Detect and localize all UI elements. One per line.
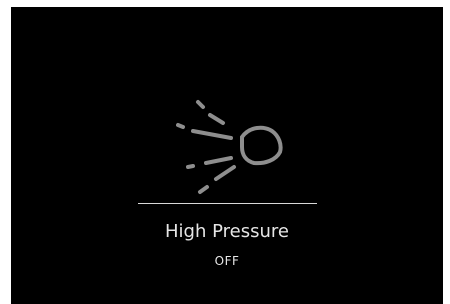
feature-status: OFF xyxy=(214,254,240,268)
divider xyxy=(138,203,317,204)
feature-title: High Pressure xyxy=(165,221,289,242)
high-pressure-panel[interactable]: High Pressure OFF xyxy=(11,7,443,304)
high-pressure-nozzle-icon xyxy=(176,100,283,194)
